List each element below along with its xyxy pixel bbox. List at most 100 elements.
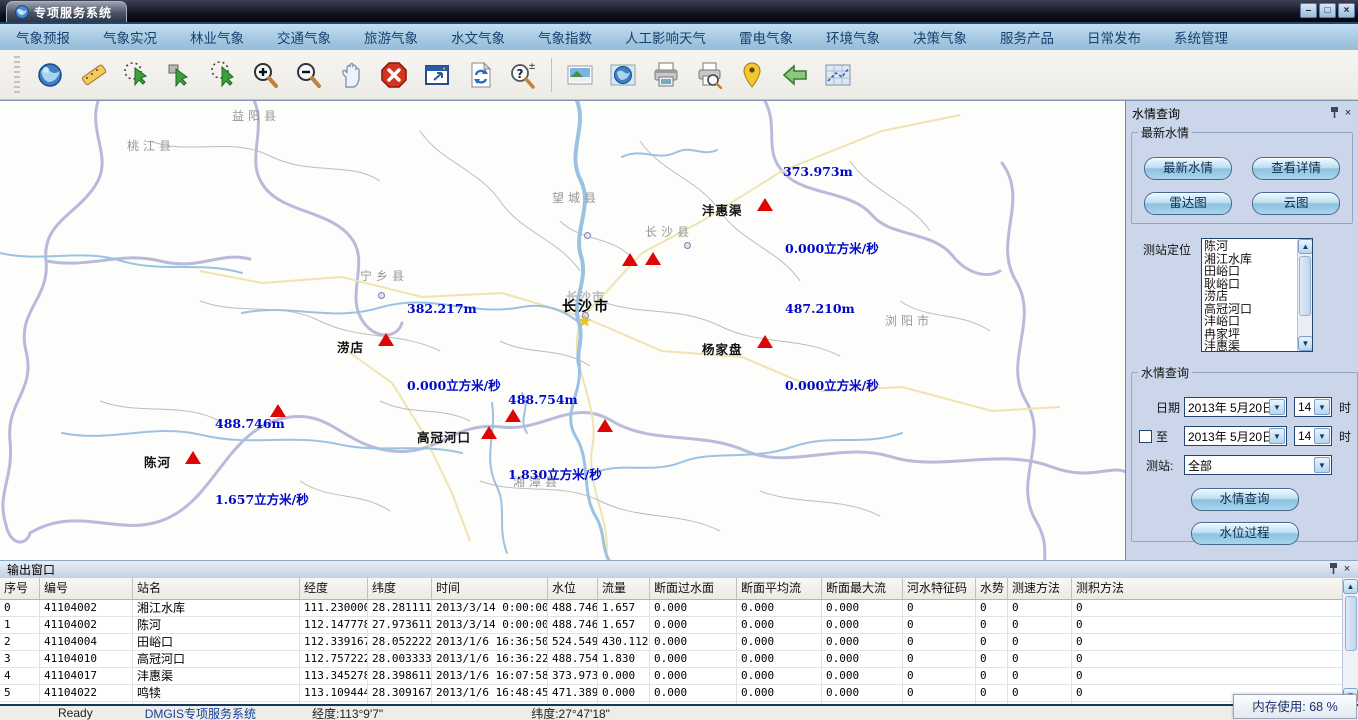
menu-item-tourism[interactable]: 旅游气象 — [364, 27, 418, 47]
water-query-button[interactable]: 水情查询 — [1191, 488, 1299, 511]
menu-item-forestry[interactable]: 林业气象 — [190, 27, 244, 47]
toolbar-grip[interactable] — [14, 56, 20, 94]
menu-item-weather-index[interactable]: 气象指数 — [538, 27, 592, 47]
menu-item-decision[interactable]: 决策气象 — [913, 27, 967, 47]
stop-icon[interactable] — [379, 60, 409, 90]
chevron-down-icon[interactable]: ▼ — [1314, 428, 1330, 444]
map-grid-icon[interactable] — [823, 60, 853, 90]
select-circle-icon[interactable] — [207, 60, 237, 90]
column-header[interactable]: 水位 — [548, 578, 598, 599]
station-list-item[interactable]: 沣峪口 — [1204, 315, 1296, 328]
print-icon[interactable] — [651, 60, 681, 90]
column-header[interactable]: 时间 — [432, 578, 548, 599]
menu-item-weather-live[interactable]: 气象实况 — [103, 27, 157, 47]
table-row[interactable]: 241104004田峪口112.33916728.0522222013/1/6 … — [0, 634, 1358, 651]
station-combo[interactable]: 全部 ▼ — [1184, 455, 1332, 475]
column-header[interactable]: 测积方法 — [1072, 578, 1358, 599]
menu-item-service-products[interactable]: 服务产品 — [1000, 27, 1054, 47]
water-level-process-button[interactable]: 水位过程 — [1191, 522, 1299, 545]
column-header[interactable]: 纬度 — [368, 578, 432, 599]
chevron-down-icon[interactable]: ▼ — [1269, 428, 1285, 444]
radar-chart-button[interactable]: 雷达图 — [1144, 192, 1232, 215]
table-row[interactable]: 041104002湘江水库111.23000028.2811112013/3/1… — [0, 600, 1358, 617]
station-marker-icon[interactable] — [505, 409, 521, 422]
listbox-scrollbar[interactable]: ▲ ▼ — [1297, 239, 1312, 351]
select-rect-icon[interactable] — [164, 60, 194, 90]
maximize-button[interactable]: □ — [1319, 3, 1336, 18]
scroll-up-icon[interactable]: ▲ — [1343, 579, 1358, 594]
chevron-down-icon[interactable]: ▼ — [1269, 399, 1285, 415]
station-marker-icon[interactable] — [645, 252, 661, 265]
column-header[interactable]: 河水特征码 — [903, 578, 976, 599]
station-marker-icon[interactable] — [597, 419, 613, 432]
station-marker-icon[interactable] — [622, 253, 638, 266]
station-marker-icon[interactable] — [757, 198, 773, 211]
date-to-combo[interactable]: 2013年 5月20日 ▼ — [1184, 426, 1287, 446]
station-marker-icon[interactable] — [185, 451, 201, 464]
chevron-down-icon[interactable]: ▼ — [1314, 457, 1330, 473]
view-detail-button[interactable]: 查看详情 — [1252, 157, 1340, 180]
output-scrollbar[interactable]: ▲ ▼ — [1342, 578, 1358, 704]
table-row[interactable]: 441104017沣惠渠113.34527828.3986112013/1/6 … — [0, 668, 1358, 685]
column-header[interactable]: 断面最大流 — [822, 578, 903, 599]
column-header[interactable]: 序号 — [0, 578, 40, 599]
minimize-button[interactable]: – — [1300, 3, 1317, 18]
menu-item-environment[interactable]: 环境气象 — [826, 27, 880, 47]
new-window-icon[interactable] — [422, 60, 452, 90]
scroll-thumb[interactable] — [1299, 256, 1311, 316]
station-listbox[interactable]: 陈河湘江水库田峪口耿峪口涝店高冠河口沣峪口冉家坪沣惠渠 ▲ ▼ — [1201, 238, 1313, 352]
print-preview-icon[interactable] — [694, 60, 724, 90]
close-button[interactable]: × — [1338, 3, 1355, 18]
table-row[interactable]: 541104022鸣犊113.10944428.3091672013/1/6 1… — [0, 685, 1358, 702]
column-header[interactable]: 断面过水面 — [650, 578, 737, 599]
date-combo[interactable]: 2013年 5月20日 ▼ — [1184, 397, 1287, 417]
image-view-icon[interactable] — [565, 60, 595, 90]
menu-item-lightning[interactable]: 雷电气象 — [739, 27, 793, 47]
station-marker-icon[interactable] — [270, 404, 286, 417]
close-icon[interactable]: × — [1340, 563, 1354, 576]
measure-icon[interactable] — [78, 60, 108, 90]
scroll-down-icon[interactable]: ▼ — [1298, 336, 1313, 351]
zoom-in-icon[interactable] — [250, 60, 280, 90]
menu-item-weather-forecast[interactable]: 气象预报 — [16, 27, 70, 47]
menu-item-artificial-weather[interactable]: 人工影响天气 — [625, 27, 706, 47]
pan-icon[interactable] — [336, 60, 366, 90]
pin-icon[interactable] — [1327, 107, 1341, 120]
column-header[interactable]: 站名 — [133, 578, 300, 599]
chevron-down-icon[interactable]: ▼ — [1314, 399, 1330, 415]
table-row[interactable]: 341104010高冠河口112.75722228.0033332013/1/6… — [0, 651, 1358, 668]
latest-water-button[interactable]: 最新水情 — [1144, 157, 1232, 180]
scroll-thumb[interactable] — [1345, 596, 1357, 651]
globe-view-icon[interactable] — [608, 60, 638, 90]
menu-item-system-manage[interactable]: 系统管理 — [1174, 27, 1228, 47]
hour-to-combo[interactable]: 14 ▼ — [1294, 426, 1332, 446]
column-header[interactable]: 水势 — [976, 578, 1008, 599]
station-list-item[interactable]: 涝店 — [1204, 290, 1296, 303]
station-marker-icon[interactable] — [757, 335, 773, 348]
menu-item-daily-release[interactable]: 日常发布 — [1087, 27, 1141, 47]
column-header[interactable]: 流量 — [598, 578, 650, 599]
select-features-icon[interactable] — [121, 60, 151, 90]
cloud-chart-button[interactable]: 云图 — [1252, 192, 1340, 215]
station-list-item[interactable]: 田峪口 — [1204, 265, 1296, 278]
close-icon[interactable]: × — [1341, 107, 1355, 120]
map-pin-icon[interactable] — [737, 60, 767, 90]
station-list-item[interactable]: 沣惠渠 — [1204, 340, 1296, 352]
refresh-icon[interactable] — [465, 60, 495, 90]
station-marker-icon[interactable] — [481, 426, 497, 439]
column-header[interactable]: 断面平均流 — [737, 578, 822, 599]
station-list-item[interactable]: 陈河 — [1204, 240, 1296, 253]
map-view[interactable]: 益阳县桃江县望城县长沙县宁乡县浏阳市湘潭县长沙市长沙市沣惠渠涝店杨家盘高冠河口陈… — [0, 101, 1125, 561]
globe-icon[interactable] — [35, 60, 65, 90]
menu-item-traffic[interactable]: 交通气象 — [277, 27, 331, 47]
menu-item-hydrology[interactable]: 水文气象 — [451, 27, 505, 47]
column-header[interactable]: 经度 — [300, 578, 368, 599]
column-header[interactable]: 测速方法 — [1008, 578, 1072, 599]
identify-zoom-icon[interactable]: ?± — [508, 60, 538, 90]
zoom-out-icon[interactable] — [293, 60, 323, 90]
table-row[interactable]: 141104002陈河112.14777827.9736112013/3/14 … — [0, 617, 1358, 634]
column-header[interactable]: 编号 — [40, 578, 133, 599]
back-arrow-icon[interactable] — [780, 60, 810, 90]
pin-icon[interactable] — [1326, 563, 1340, 576]
hour-combo[interactable]: 14 ▼ — [1294, 397, 1332, 417]
